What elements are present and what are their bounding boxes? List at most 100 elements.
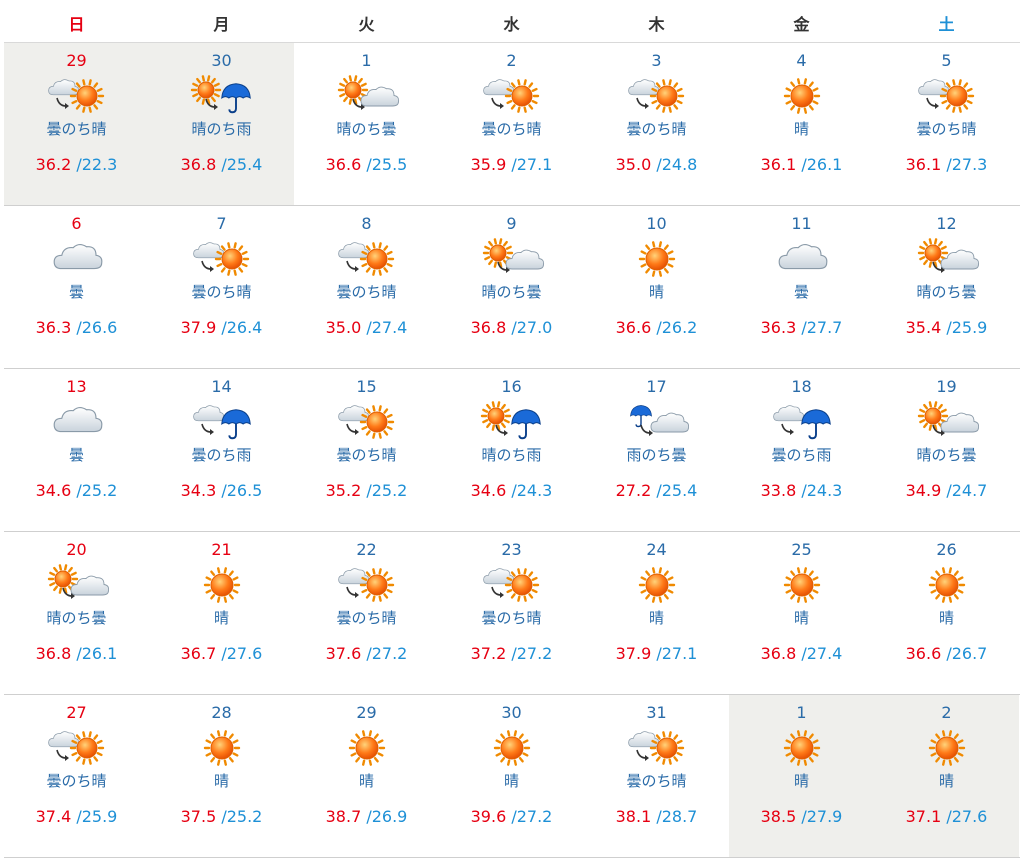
- day-cell[interactable]: 28 晴 37.5 /25.2: [149, 695, 294, 857]
- day-cell[interactable]: 31 曇のち晴 38.1 /28.7: [584, 695, 729, 857]
- day-cell[interactable]: 4 晴 36.1 /26.1: [729, 43, 874, 205]
- min-temp: 27.6: [226, 644, 263, 663]
- day-cell[interactable]: 11 曇 36.3 /27.7: [729, 206, 874, 368]
- day-cell[interactable]: 25 晴 36.8 /27.4: [729, 532, 874, 694]
- day-cell[interactable]: 2 晴 37.1 /27.6: [874, 695, 1019, 857]
- weather-label: 曇のち晴: [46, 772, 107, 790]
- min-temp: 26.9: [371, 807, 408, 826]
- temp-separator: /: [941, 318, 952, 337]
- day-number: 17: [646, 377, 667, 396]
- day-cell[interactable]: 1 晴のち曇 36.6 /25.5: [294, 43, 439, 205]
- max-temp: 38.7: [325, 807, 362, 826]
- day-cell[interactable]: 30 晴のち雨 36.8 /25.4: [149, 43, 294, 205]
- max-temp: 27.2: [615, 481, 652, 500]
- day-cell[interactable]: 29 晴 38.7 /26.9: [294, 695, 439, 857]
- day-cell[interactable]: 21 晴 36.7 /27.6: [149, 532, 294, 694]
- weather-label: 曇: [68, 446, 84, 464]
- cloud-then-rain-icon: [766, 400, 838, 444]
- day-cell[interactable]: 3 曇のち晴 35.0 /24.8: [584, 43, 729, 205]
- weekday-header-4: 木: [648, 15, 665, 34]
- day-cell[interactable]: 9 晴のち曇 36.8 /27.0: [439, 206, 584, 368]
- weather-label: 曇のち晴: [336, 283, 397, 301]
- day-cell[interactable]: 2 曇のち晴 35.9 /27.1: [439, 43, 584, 205]
- min-temp: 27.2: [371, 644, 408, 663]
- max-temp: 36.6: [905, 644, 942, 663]
- min-temp: 25.2: [81, 481, 118, 500]
- max-temp: 37.4: [35, 807, 72, 826]
- cloud-then-sun-icon: [331, 237, 403, 281]
- day-cell[interactable]: 27 曇のち晴 37.4 /25.9: [4, 695, 149, 857]
- day-cell[interactable]: 14 曇のち雨 34.3 /26.5: [149, 369, 294, 531]
- max-temp: 36.3: [35, 318, 72, 337]
- day-cell[interactable]: 26 晴 36.6 /26.7: [874, 532, 1019, 694]
- day-cell[interactable]: 29 曇のち晴 36.2 /22.3: [4, 43, 149, 205]
- day-cell[interactable]: 24 晴 37.9 /27.1: [584, 532, 729, 694]
- max-temp: 37.1: [905, 807, 942, 826]
- day-cell[interactable]: 10 晴 36.6 /26.2: [584, 206, 729, 368]
- min-temp: 27.6: [951, 807, 988, 826]
- temperature-range: 35.9 /27.1: [471, 154, 553, 176]
- weather-label: 晴: [213, 772, 229, 790]
- day-cell[interactable]: 7 曇のち晴 37.9 /26.4: [149, 206, 294, 368]
- weather-label: 曇のち晴: [916, 120, 977, 138]
- day-cell[interactable]: 17 雨のち曇 27.2 /25.4: [584, 369, 729, 531]
- day-cell[interactable]: 1 晴 38.5 /27.9: [729, 695, 874, 857]
- day-number: 20: [66, 540, 87, 559]
- day-number: 8: [361, 214, 372, 233]
- temp-separator: /: [506, 318, 517, 337]
- weather-label: 曇のち晴: [481, 120, 542, 138]
- min-temp: 24.7: [951, 481, 988, 500]
- max-temp: 34.6: [35, 481, 72, 500]
- weather-label: 晴: [938, 772, 954, 790]
- temp-separator: /: [796, 318, 807, 337]
- weather-label: 曇のち晴: [481, 609, 542, 627]
- day-cell[interactable]: 30 晴 39.6 /27.2: [439, 695, 584, 857]
- temperature-range: 36.3 /26.6: [36, 317, 118, 339]
- max-temp: 36.8: [760, 644, 797, 663]
- weather-label: 晴: [793, 609, 809, 627]
- day-number: 24: [646, 540, 667, 559]
- day-cell[interactable]: 18 曇のち雨 33.8 /24.3: [729, 369, 874, 531]
- min-temp: 26.6: [81, 318, 118, 337]
- day-cell[interactable]: 8 曇のち晴 35.0 /27.4: [294, 206, 439, 368]
- weekday-header-0: 日: [68, 15, 85, 34]
- day-cell[interactable]: 22 曇のち晴 37.6 /27.2: [294, 532, 439, 694]
- max-temp: 38.1: [615, 807, 652, 826]
- day-cell[interactable]: 12 晴のち曇 35.4 /25.9: [874, 206, 1019, 368]
- temperature-range: 35.0 /24.8: [616, 154, 698, 176]
- min-temp: 25.9: [81, 807, 118, 826]
- day-number: 13: [66, 377, 87, 396]
- temperature-range: 36.8 /27.0: [471, 317, 553, 339]
- weather-label: 晴のち雨: [481, 446, 542, 464]
- temp-separator: /: [651, 481, 662, 500]
- day-number: 2: [506, 51, 517, 70]
- min-temp: 26.4: [226, 318, 263, 337]
- day-cell[interactable]: 13 曇 34.6 /25.2: [4, 369, 149, 531]
- calendar-weeks: 29 曇のち晴 36.2 /22.3 30 晴のち雨 36.8 /25.4 1: [4, 43, 1020, 858]
- max-temp: 36.8: [180, 155, 217, 174]
- day-cell[interactable]: 5 曇のち晴 36.1 /27.3: [874, 43, 1019, 205]
- day-number: 10: [646, 214, 667, 233]
- day-cell[interactable]: 23 曇のち晴 37.2 /27.2: [439, 532, 584, 694]
- weather-label: 晴: [793, 120, 809, 138]
- day-cell[interactable]: 6 曇 36.3 /26.6: [4, 206, 149, 368]
- cloud-then-sun-icon: [331, 563, 403, 607]
- day-number: 27: [66, 703, 87, 722]
- day-number: 29: [356, 703, 377, 722]
- day-number: 14: [211, 377, 232, 396]
- day-cell[interactable]: 16 晴のち雨 34.6 /24.3: [439, 369, 584, 531]
- day-cell[interactable]: 20 晴のち曇 36.8 /26.1: [4, 532, 149, 694]
- temperature-range: 37.1 /27.6: [906, 806, 988, 828]
- min-temp: 27.7: [806, 318, 843, 337]
- day-number: 22: [356, 540, 377, 559]
- min-temp: 24.3: [516, 481, 553, 500]
- temp-separator: /: [651, 318, 662, 337]
- max-temp: 36.2: [35, 155, 72, 174]
- min-temp: 27.1: [516, 155, 553, 174]
- day-cell[interactable]: 19 晴のち曇 34.9 /24.7: [874, 369, 1019, 531]
- day-cell[interactable]: 15 曇のち晴 35.2 /25.2: [294, 369, 439, 531]
- max-temp: 34.9: [905, 481, 942, 500]
- min-temp: 25.2: [226, 807, 263, 826]
- sun-icon: [331, 726, 403, 770]
- sun-then-rain-icon: [476, 400, 548, 444]
